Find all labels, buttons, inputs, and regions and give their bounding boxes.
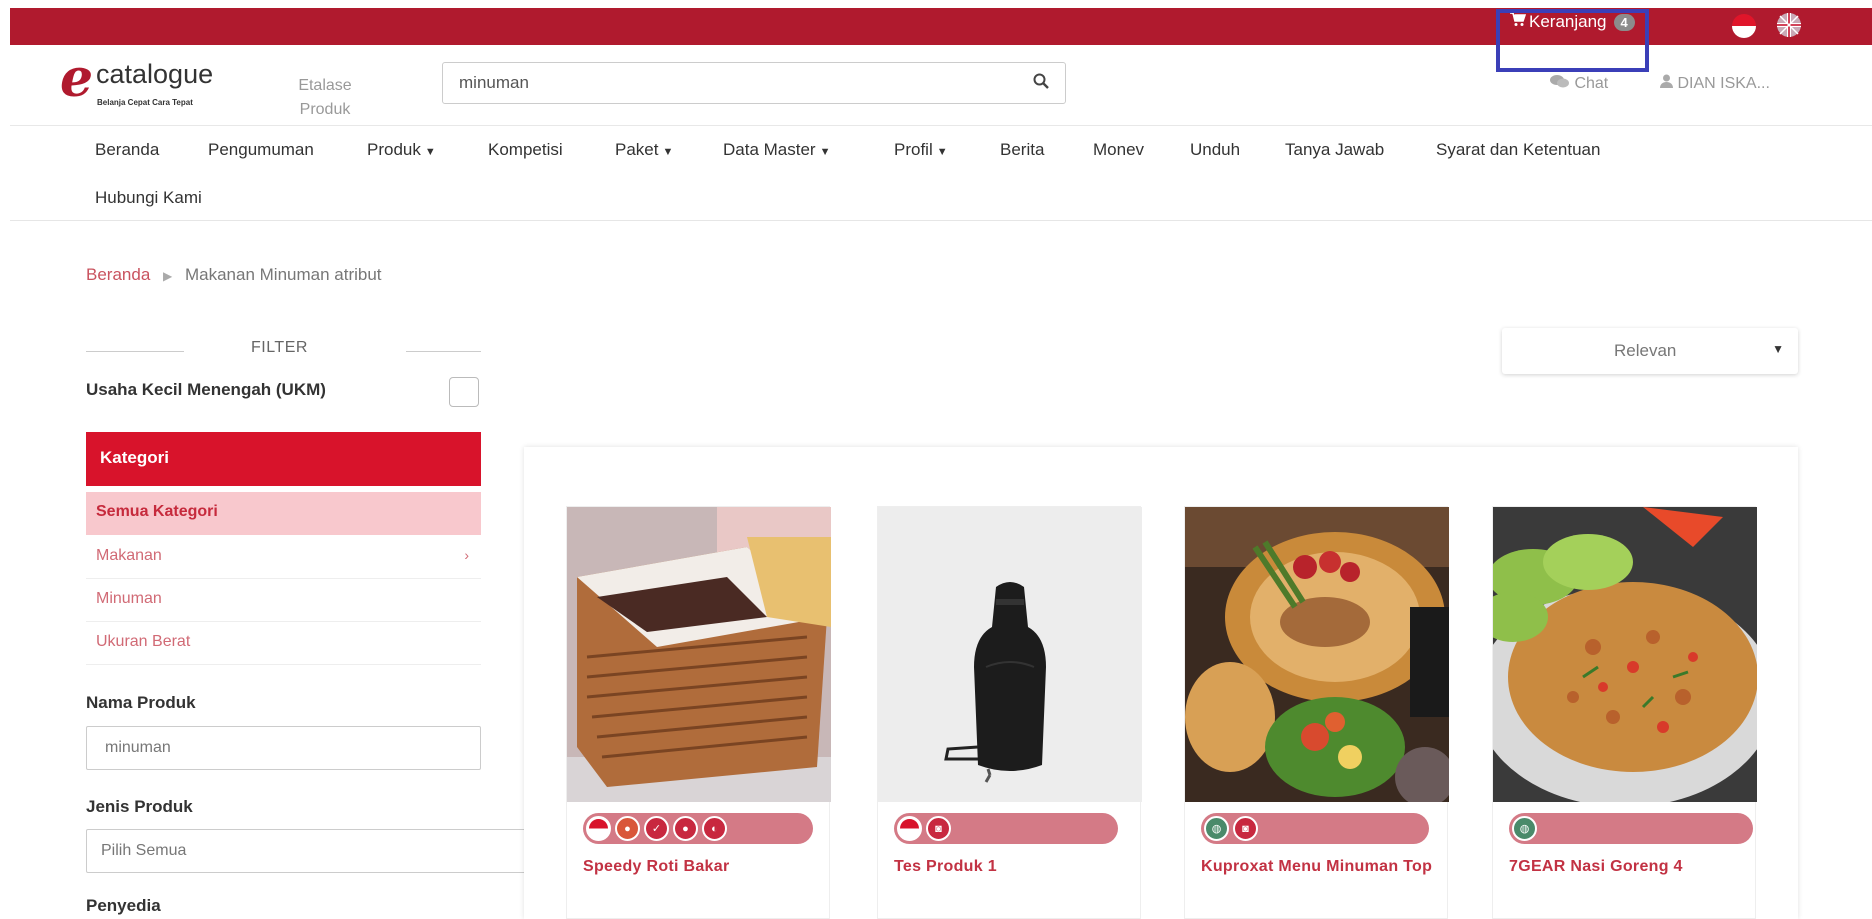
product-card[interactable]: ◙ Tes Produk 1 [877,506,1142,919]
chevron-down-icon: ▼ [1772,342,1784,356]
product-name[interactable]: Tes Produk 1 [894,853,1126,880]
nav-item-monev[interactable]: Monev [1093,140,1144,160]
penyedia-label: Penyedia [86,896,161,915]
nama-produk-label: Nama Produk [86,693,196,712]
header-divider [10,125,1872,126]
nav-item-syarat-ketentuan[interactable]: Syarat dan Ketentuan [1436,140,1600,160]
filter-title: FILTER [251,339,308,356]
chat-button[interactable]: Chat [1550,74,1608,93]
category-semua[interactable]: Semua Kategori [86,492,481,535]
nav-item-berita[interactable]: Berita [1000,140,1044,160]
nav-item-tanya-jawab[interactable]: Tanya Jawab [1285,140,1384,160]
indonesia-flag-icon[interactable] [1732,14,1756,38]
jenis-produk-select[interactable]: Pilih Semua [86,829,526,873]
ukm-label: Usaha Kecil Menengah (UKM) [86,380,326,399]
nav-item-profil[interactable]: Profil ▼ [894,140,948,160]
category-makanan[interactable]: Makanan › [86,536,481,579]
product-name[interactable]: Speedy Roti Bakar [583,853,815,880]
search-bar [442,62,1066,104]
product-image[interactable] [1185,507,1449,802]
chevron-down-icon: ▼ [819,146,831,158]
chevron-down-icon: ▼ [662,146,674,158]
indonesia-flag-icon [897,816,922,841]
check-icon: ✓ [644,816,669,841]
ecatalogue-logo[interactable]: e catalogue Belanja Cepat Cara Tepat [60,48,230,116]
ukm-icon: ◙ [1233,816,1258,841]
nav-item-hubungi-kami[interactable]: Hubungi Kami [95,188,202,208]
logo-name: catalogue [96,59,214,89]
product-image[interactable] [567,507,831,802]
nav-divider [10,220,1872,221]
product-name[interactable]: Kuproxat Menu Minuman Top [1201,853,1433,880]
breadcrumb-home[interactable]: Beranda [86,265,150,284]
user-menu[interactable]: DIAN ISKA... [1660,74,1770,93]
uk-flag-icon[interactable] [1776,12,1802,38]
globe-icon: ◍ [1512,816,1537,841]
search-input[interactable] [443,63,1017,103]
ukm-checkbox[interactable] [449,377,479,407]
product-badges: ● ✓ ● ◐ [583,813,813,844]
chevron-right-icon: › [464,547,469,563]
nav-item-pengumuman[interactable]: Pengumuman [208,140,314,160]
product-card[interactable]: ● ✓ ● ◐ Speedy Roti Bakar [566,506,831,919]
jenis-produk-label: Jenis Produk [86,797,193,816]
product-badges: ◙ [894,813,1118,844]
tkdn-icon: ◐ [702,816,727,841]
ukm-icon: ◙ [926,816,951,841]
chat-label: Chat [1574,75,1609,92]
nav-item-unduh[interactable]: Unduh [1190,140,1240,160]
chevron-down-icon: ▼ [936,146,948,158]
product-image[interactable] [1493,507,1757,802]
user-name: DIAN ISKA... [1677,75,1770,92]
nav-item-kompetisi[interactable]: Kompetisi [488,140,563,160]
product-card[interactable]: ◍ ◙ Kuproxat Menu Minuman Top [1184,506,1449,919]
breadcrumb: Beranda ▶ Makanan Minuman atribut [86,265,382,285]
product-image[interactable] [878,507,1142,802]
search-icon[interactable] [1017,73,1065,94]
nama-produk-input[interactable]: minuman [86,726,481,770]
product-card[interactable]: ◍ 7GEAR Nasi Goreng 4 [1492,506,1757,919]
chat-icon [1550,75,1574,92]
kategori-header: Kategori [86,432,481,486]
user-icon [1660,74,1677,92]
product-badges: ◍ ◙ [1201,813,1429,844]
breadcrumb-current: Makanan Minuman atribut [184,265,382,284]
sort-selected: Relevan [1614,341,1677,360]
nav-item-beranda[interactable]: Beranda [95,140,159,160]
local-product-icon: ● [615,816,640,841]
nav-item-produk[interactable]: Produk ▼ [367,140,436,160]
category-ukuran-berat[interactable]: Ukuran Berat [86,622,481,665]
globe-icon: ◍ [1204,816,1229,841]
cart-highlight-box [1496,9,1649,72]
chevron-down-icon: ▼ [424,146,436,158]
chevron-right-icon: ▶ [163,269,173,283]
etalase-produk-link[interactable]: Etalase Produk [280,74,370,122]
domestic-icon: ● [673,816,698,841]
filter-header: FILTER [86,337,481,361]
sort-dropdown[interactable]: Relevan ▼ [1502,328,1798,374]
product-name[interactable]: 7GEAR Nasi Goreng 4 [1509,853,1741,880]
category-minuman[interactable]: Minuman [86,579,481,622]
nav-item-paket[interactable]: Paket ▼ [615,140,673,160]
nav-item-data-master[interactable]: Data Master ▼ [723,140,830,160]
product-badges: ◍ [1509,813,1753,844]
indonesia-flag-icon [586,816,611,841]
logo-e-mark: e [60,48,94,109]
logo-tagline: Belanja Cepat Cara Tepat [97,98,193,107]
